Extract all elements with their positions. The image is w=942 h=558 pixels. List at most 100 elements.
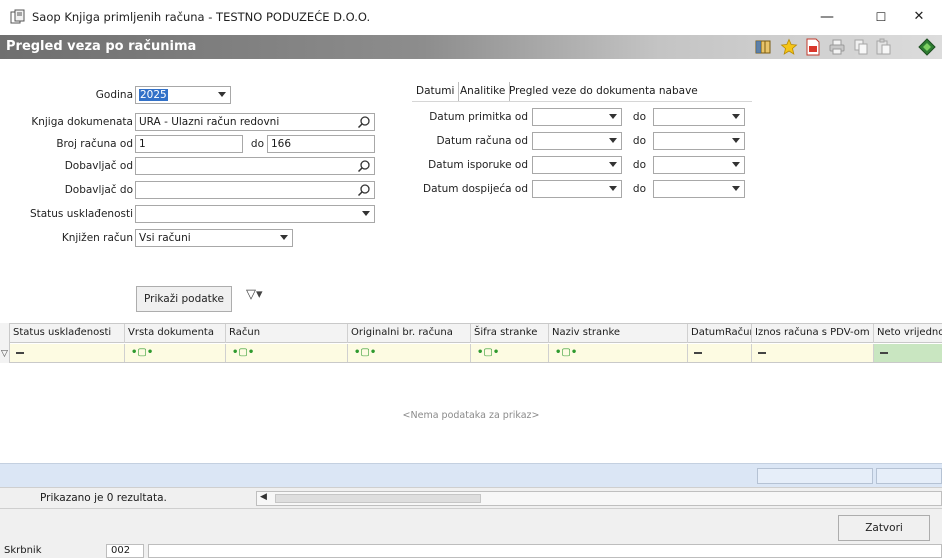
skrbnik-label: Skrbnik xyxy=(4,545,42,556)
column-header-sifra[interactable]: Šifra stranke xyxy=(471,324,549,343)
godina-label: Godina xyxy=(95,89,133,101)
grid-summary-band xyxy=(0,463,942,487)
module-title: Pregled veza po računima xyxy=(6,39,197,54)
godina-value: 2025 xyxy=(139,89,168,101)
contains-operator-icon[interactable]: •▢• xyxy=(131,347,153,358)
datum-racuna-do-label: do xyxy=(632,135,646,147)
datum-dospijeca-do-field[interactable] xyxy=(653,180,745,198)
filter-cell-status[interactable] xyxy=(10,344,125,362)
godina-select[interactable]: 2025 xyxy=(135,86,231,104)
grid-header: Status usklađenosti Vrsta dokumenta Raču… xyxy=(10,323,942,343)
grid-empty-message: <Nema podataka za prikaz> xyxy=(402,410,540,421)
bottom-panel: Zatvori Skrbnik 002 xyxy=(0,509,942,558)
column-header-neto[interactable]: Neto vrijedno xyxy=(874,324,942,343)
contains-operator-icon[interactable]: •▢• xyxy=(555,347,577,358)
filter-cell-neto[interactable] xyxy=(874,344,942,362)
search-icon[interactable] xyxy=(357,183,371,197)
knjizen-label: Knjižen račun xyxy=(61,232,133,244)
contains-operator-icon[interactable]: •▢• xyxy=(477,347,499,358)
module-header: Pregled veza po računima xyxy=(0,35,942,59)
knjizen-select[interactable]: Vsi računi xyxy=(135,229,293,247)
column-header-originalni[interactable]: Originalni br. računa xyxy=(348,324,471,343)
skrbnik-field[interactable]: 002 xyxy=(106,544,144,558)
contains-operator-icon[interactable]: •▢• xyxy=(354,347,376,358)
filter-cell-originalni[interactable]: •▢• xyxy=(348,344,471,362)
window-title: Saop Knjiga primljenih računa - TESTNO P… xyxy=(32,10,371,24)
datum-racuna-do-field[interactable] xyxy=(653,132,745,150)
close-window-button[interactable]: ✕ xyxy=(896,0,942,34)
paste-icon[interactable] xyxy=(874,38,892,56)
row-indicator-column: ▽ xyxy=(0,323,10,363)
contains-operator-icon[interactable]: •▢• xyxy=(232,347,254,358)
datum-isporuke-od-field[interactable] xyxy=(532,156,622,174)
filter-cell-sifra[interactable]: •▢• xyxy=(471,344,549,362)
broj-do-field[interactable]: 166 xyxy=(267,135,375,153)
tab-analitike[interactable]: Analitike xyxy=(460,82,511,102)
datum-primitka-od-field[interactable] xyxy=(532,108,622,126)
datum-dospijeca-od-field[interactable] xyxy=(532,180,622,198)
chevron-down-icon xyxy=(609,114,617,119)
equals-operator-icon[interactable] xyxy=(16,352,24,354)
column-header-racun[interactable]: Račun xyxy=(226,324,348,343)
equals-operator-icon[interactable] xyxy=(880,352,888,354)
copy-icon[interactable] xyxy=(852,38,870,56)
scroll-left-icon[interactable]: ◀ xyxy=(260,492,267,502)
datum-primitka-do-label: do xyxy=(632,111,646,123)
filter-cell-vrsta[interactable]: •▢• xyxy=(125,344,226,362)
search-icon[interactable] xyxy=(357,159,371,173)
column-header-status[interactable]: Status usklađenosti xyxy=(10,324,125,343)
equals-operator-icon[interactable] xyxy=(758,352,766,354)
filter-icon[interactable]: ▽▾ xyxy=(246,287,263,302)
datum-racuna-od-field[interactable] xyxy=(532,132,622,150)
dobavljac-od-label: Dobavljač od xyxy=(64,160,133,172)
column-header-naziv[interactable]: Naziv stranke xyxy=(549,324,688,343)
summary-cell-neto xyxy=(876,468,942,484)
datum-isporuke-label: Datum isporuke od xyxy=(428,159,528,171)
prikazi-podatke-button[interactable]: Prikaži podatke xyxy=(136,286,232,312)
scrollbar-thumb[interactable] xyxy=(275,494,481,503)
search-icon[interactable] xyxy=(357,115,371,129)
column-header-datum[interactable]: DatumRačuna xyxy=(688,324,752,343)
filter-cell-racun[interactable]: •▢• xyxy=(226,344,348,362)
grid-status-row: Prikazano je 0 rezultata. ◀ xyxy=(0,487,942,509)
columns-icon[interactable] xyxy=(754,38,772,56)
filter-row-icon: ▽ xyxy=(1,349,8,359)
grid-filter-row: •▢• •▢• •▢• •▢• •▢• xyxy=(10,344,942,363)
pdf-icon[interactable] xyxy=(804,38,822,56)
knjiga-field[interactable]: URA - Ulazni račun redovni xyxy=(135,113,375,131)
chevron-down-icon xyxy=(609,138,617,143)
chevron-down-icon xyxy=(732,162,740,167)
broj-od-field[interactable]: 1 xyxy=(135,135,243,153)
star-icon[interactable] xyxy=(780,38,798,56)
print-icon[interactable] xyxy=(828,38,846,56)
chevron-down-icon xyxy=(609,186,617,191)
skrbnik-name-field xyxy=(148,544,942,558)
datum-primitka-label: Datum primitka od xyxy=(429,111,528,123)
broj-do-value: 166 xyxy=(271,138,292,150)
minimize-button[interactable]: — xyxy=(804,0,850,34)
knjiga-value: URA - Ulazni račun redovni xyxy=(139,116,280,128)
column-header-iznos[interactable]: Iznos računa s PDV-om xyxy=(752,324,874,343)
datum-isporuke-do-field[interactable] xyxy=(653,156,745,174)
datum-isporuke-do-label: do xyxy=(632,159,646,171)
filter-cell-naziv[interactable]: •▢• xyxy=(549,344,688,362)
datum-dospijeca-do-label: do xyxy=(632,183,646,195)
filter-cell-iznos[interactable] xyxy=(752,344,874,362)
chevron-down-icon xyxy=(218,92,226,97)
filter-cell-datum[interactable] xyxy=(688,344,752,362)
datum-primitka-do-field[interactable] xyxy=(653,108,745,126)
column-header-vrsta[interactable]: Vrsta dokumenta xyxy=(125,324,226,343)
horizontal-scrollbar[interactable]: ◀ xyxy=(256,491,942,506)
tab-divider xyxy=(412,101,752,102)
zatvori-button[interactable]: Zatvori xyxy=(838,515,930,541)
chevron-down-icon xyxy=(280,235,288,240)
broj-do-label: do xyxy=(250,138,264,150)
tab-datumi[interactable]: Datumi xyxy=(416,82,460,102)
status-select[interactable] xyxy=(135,205,375,223)
equals-operator-icon[interactable] xyxy=(694,352,702,354)
datum-racuna-label: Datum računa od xyxy=(436,135,528,147)
dobavljac-od-field[interactable] xyxy=(135,157,375,175)
tab-pregled-veze[interactable]: Pregled veze do dokumenta nabave xyxy=(509,82,698,102)
dobavljac-do-field[interactable] xyxy=(135,181,375,199)
exit-icon[interactable] xyxy=(918,38,936,56)
